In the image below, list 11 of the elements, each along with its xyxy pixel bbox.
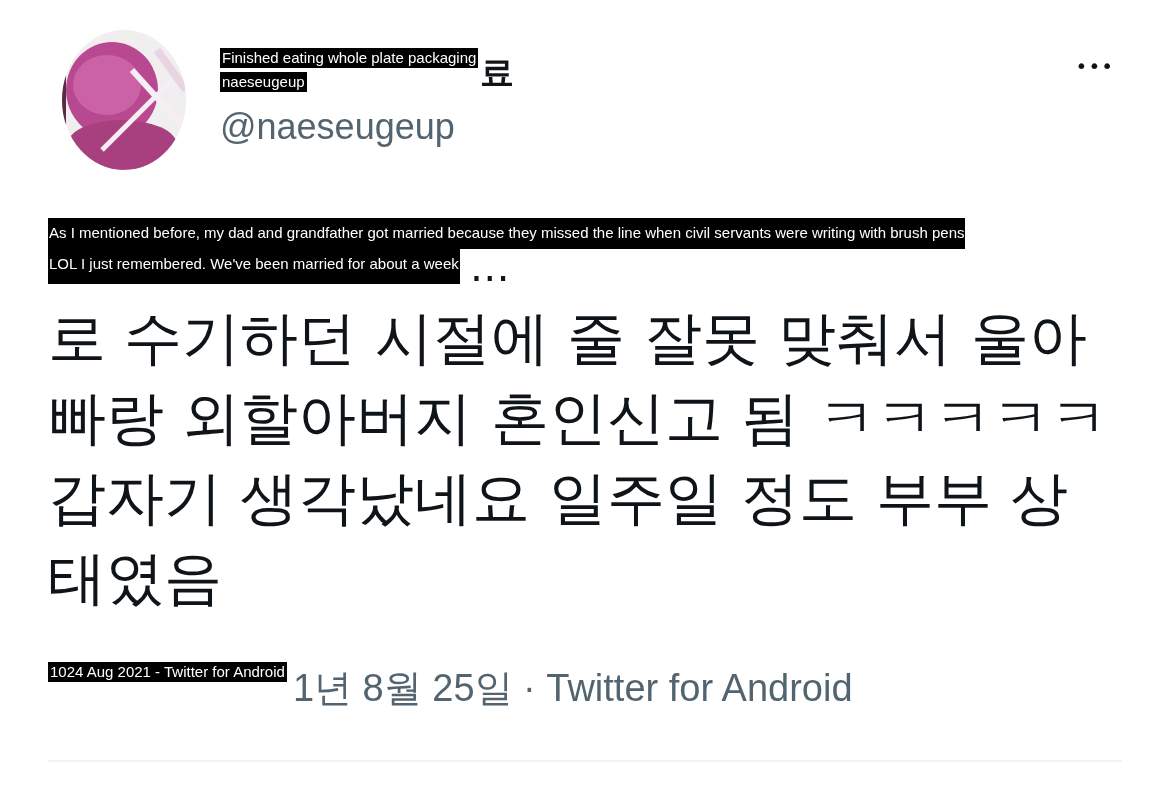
translation-text: LOL I just remembered. We've been married for about a week xyxy=(48,249,460,284)
display-name: 료 xyxy=(480,51,515,94)
tweet-text: 로 수기하던 시절에 줄 잘못 맞춰서 울아빠랑 외할아버지 혼인신고 됨 ㅋㅋㅋㅋㅋ 갑자기 생각났네요 일주일 정도 부부 상태였음 xyxy=(48,303,1109,614)
tweet-text: … xyxy=(469,250,510,284)
translation-text: As I mentioned before, my dad and grandfather got married because they missed the line when civil servants were writing with brush pens xyxy=(48,218,966,249)
more-button[interactable]: ••• xyxy=(1069,50,1120,82)
translation-text: Finished eating whole plate packaging xyxy=(220,48,479,68)
translation-text: naeseugeup xyxy=(220,72,307,92)
tweet-timestamp: 1년 8월 25일 · Twitter for Android xyxy=(292,666,853,711)
username: @naeseugeup xyxy=(220,106,456,148)
translation-text: 1024 Aug 2021 - Twitter for Android xyxy=(48,662,287,682)
